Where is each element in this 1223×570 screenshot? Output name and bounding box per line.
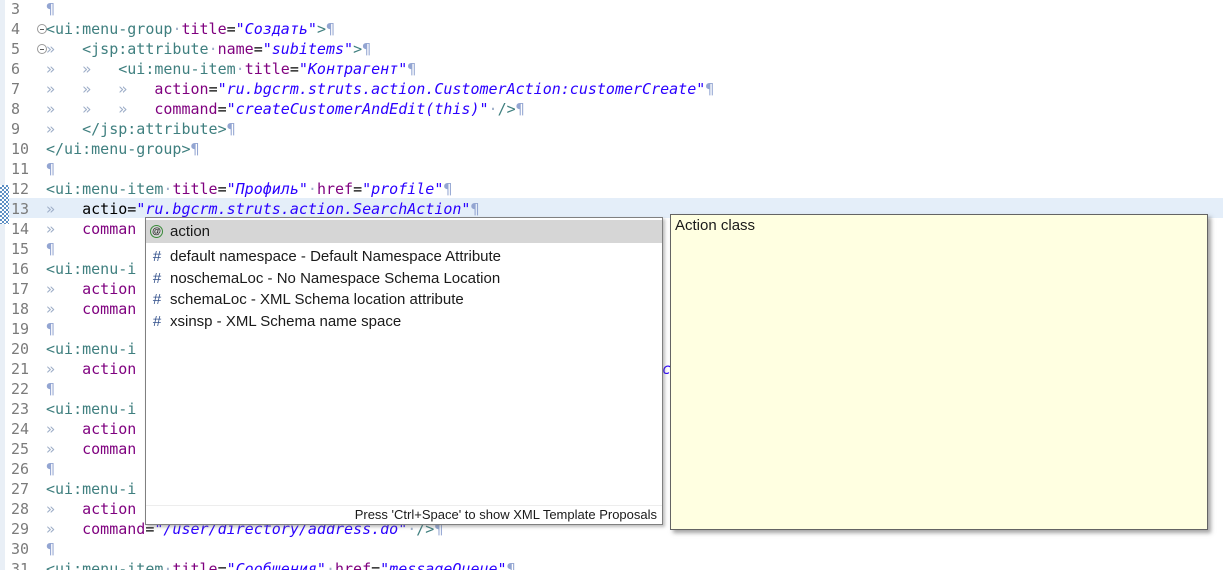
- code-line[interactable]: 3¶: [0, 0, 1223, 19]
- code-text: <ui:menu-item·title="Профиль"·href="prof…: [46, 179, 452, 199]
- line-number: 3: [11, 0, 20, 19]
- code-text: » actio="ru.bgcrm.struts.action.SearchAc…: [46, 199, 479, 219]
- template-proposal-icon: #: [150, 314, 164, 329]
- code-text: » » » action="ru.bgcrm.struts.action.Cus…: [46, 79, 714, 99]
- line-number: 26: [11, 459, 29, 479]
- code-text: <ui:menu-item·title="Сообщения"·href="me…: [46, 559, 516, 570]
- template-proposal-icon: #: [150, 249, 164, 264]
- template-proposal-icon: #: [150, 271, 164, 286]
- line-number: 16: [11, 259, 29, 279]
- line-number: 21: [11, 359, 29, 379]
- code-text: ¶: [46, 379, 55, 399]
- xml-editor[interactable]: 3¶4<ui:menu-group·title="Создать">¶5» <j…: [0, 0, 1223, 570]
- proposal-info-text: Action class: [675, 217, 755, 234]
- line-number: 27: [11, 479, 29, 499]
- autocomplete-item[interactable]: # noschemaLoc - No Namespace Schema Locat…: [146, 268, 662, 290]
- attribute-proposal-icon: @: [150, 225, 163, 238]
- code-text: </ui:menu-group>¶: [46, 139, 200, 159]
- code-text: <ui:menu-i: [46, 399, 136, 419]
- autocomplete-item-label: action: [170, 223, 210, 240]
- code-text: ¶: [46, 0, 55, 19]
- line-number: 22: [11, 379, 29, 399]
- line-number: 8: [11, 99, 20, 119]
- line-number: 7: [11, 79, 20, 99]
- code-line[interactable]: 11 ¶: [0, 159, 1223, 179]
- line-number: 24: [11, 419, 29, 439]
- code-text: » action: [46, 279, 136, 299]
- autocomplete-item-label: schemaLoc - XML Schema location attribut…: [170, 291, 464, 308]
- line-number: 25: [11, 439, 29, 459]
- autocomplete-item-label: default namespace - Default Namespace At…: [170, 248, 501, 265]
- code-text: » action: [46, 359, 136, 379]
- code-text: » comman: [46, 219, 136, 239]
- code-text: ¶: [46, 159, 55, 179]
- line-number: 11: [11, 159, 29, 179]
- line-number: 23: [11, 399, 29, 419]
- autocomplete-list[interactable]: @ action # default namespace - Default Name…: [146, 218, 662, 332]
- line-number: 28: [11, 499, 29, 519]
- code-line[interactable]: 6 » » <ui:menu-item·title="Контрагент"¶: [0, 59, 1223, 79]
- line-number: 18: [11, 299, 29, 319]
- code-text: » » » command="createCustomerAndEdit(thi…: [46, 99, 525, 119]
- code-line[interactable]: 4 <ui:menu-group·title="Создать">¶: [0, 19, 1223, 39]
- line-number: 4: [11, 19, 20, 39]
- line-number: 31: [11, 559, 29, 570]
- code-line[interactable]: 9 » </jsp:attribute>¶: [0, 119, 1223, 139]
- autocomplete-item[interactable]: # xsinsp - XML Schema name space: [146, 311, 662, 333]
- line-number: 30: [11, 539, 29, 559]
- code-text: ¶: [46, 319, 55, 339]
- code-text: <ui:menu-i: [46, 479, 136, 499]
- code-text: <ui:menu-group·title="Создать">¶: [46, 19, 335, 39]
- code-line[interactable]: 7 » » » action="ru.bgcrm.struts.action.Cu…: [0, 79, 1223, 99]
- content-assist-popup[interactable]: @ action # default namespace - Default Name…: [145, 217, 663, 525]
- line-number: 17: [11, 279, 29, 299]
- code-text: ¶: [46, 459, 55, 479]
- line-number: 6: [11, 59, 20, 79]
- autocomplete-item-label: noschemaLoc - No Namespace Schema Locati…: [170, 270, 500, 287]
- code-text: » action: [46, 419, 136, 439]
- line-number: 14: [11, 219, 29, 239]
- code-text: » </jsp:attribute>¶: [46, 119, 236, 139]
- autocomplete-item[interactable]: # default namespace - Default Namespace A…: [146, 246, 662, 268]
- popup-status-hint: Press 'Ctrl+Space' to show XML Template …: [146, 505, 662, 524]
- code-line[interactable]: 10 </ui:menu-group>¶: [0, 139, 1223, 159]
- code-text: <ui:menu-i: [46, 259, 136, 279]
- code-line[interactable]: 30 ¶: [0, 539, 1223, 559]
- line-number: 20: [11, 339, 29, 359]
- code-text: » action: [46, 499, 136, 519]
- code-text: » comman: [46, 299, 136, 319]
- line-number: 15: [11, 239, 29, 259]
- line-number: 19: [11, 319, 29, 339]
- code-text: ¶: [46, 539, 55, 559]
- autocomplete-item[interactable]: @ action: [146, 220, 662, 243]
- code-text: <ui:menu-i: [46, 339, 136, 359]
- code-text: » » <ui:menu-item·title="Контрагент"¶: [46, 59, 416, 79]
- code-line[interactable]: 12 <ui:menu-item·title="Профиль"·href="pr…: [0, 179, 1223, 199]
- code-text: » <jsp:attribute·name="subitems">¶: [46, 39, 371, 59]
- line-number: 12: [11, 179, 29, 199]
- code-line[interactable]: 8 » » » command="createCustomerAndEdit(th…: [0, 99, 1223, 119]
- code-text: ¶: [46, 239, 55, 259]
- line-number: 29: [11, 519, 29, 539]
- code-text: » comman: [46, 439, 136, 459]
- autocomplete-item[interactable]: # schemaLoc - XML Schema location attribu…: [146, 289, 662, 311]
- code-line[interactable]: 5 » <jsp:attribute·name="subitems">¶: [0, 39, 1223, 59]
- line-number: 10: [11, 139, 29, 159]
- line-number: 5: [11, 39, 20, 59]
- line-number: 9: [11, 119, 20, 139]
- proposal-info-tooltip: Action class: [670, 214, 1208, 530]
- autocomplete-item-label: xsinsp - XML Schema name space: [170, 313, 401, 330]
- line-number: 13: [11, 199, 29, 219]
- template-proposal-icon: #: [150, 292, 164, 307]
- code-line[interactable]: 31 <ui:menu-item·title="Сообщения"·href="…: [0, 559, 1223, 570]
